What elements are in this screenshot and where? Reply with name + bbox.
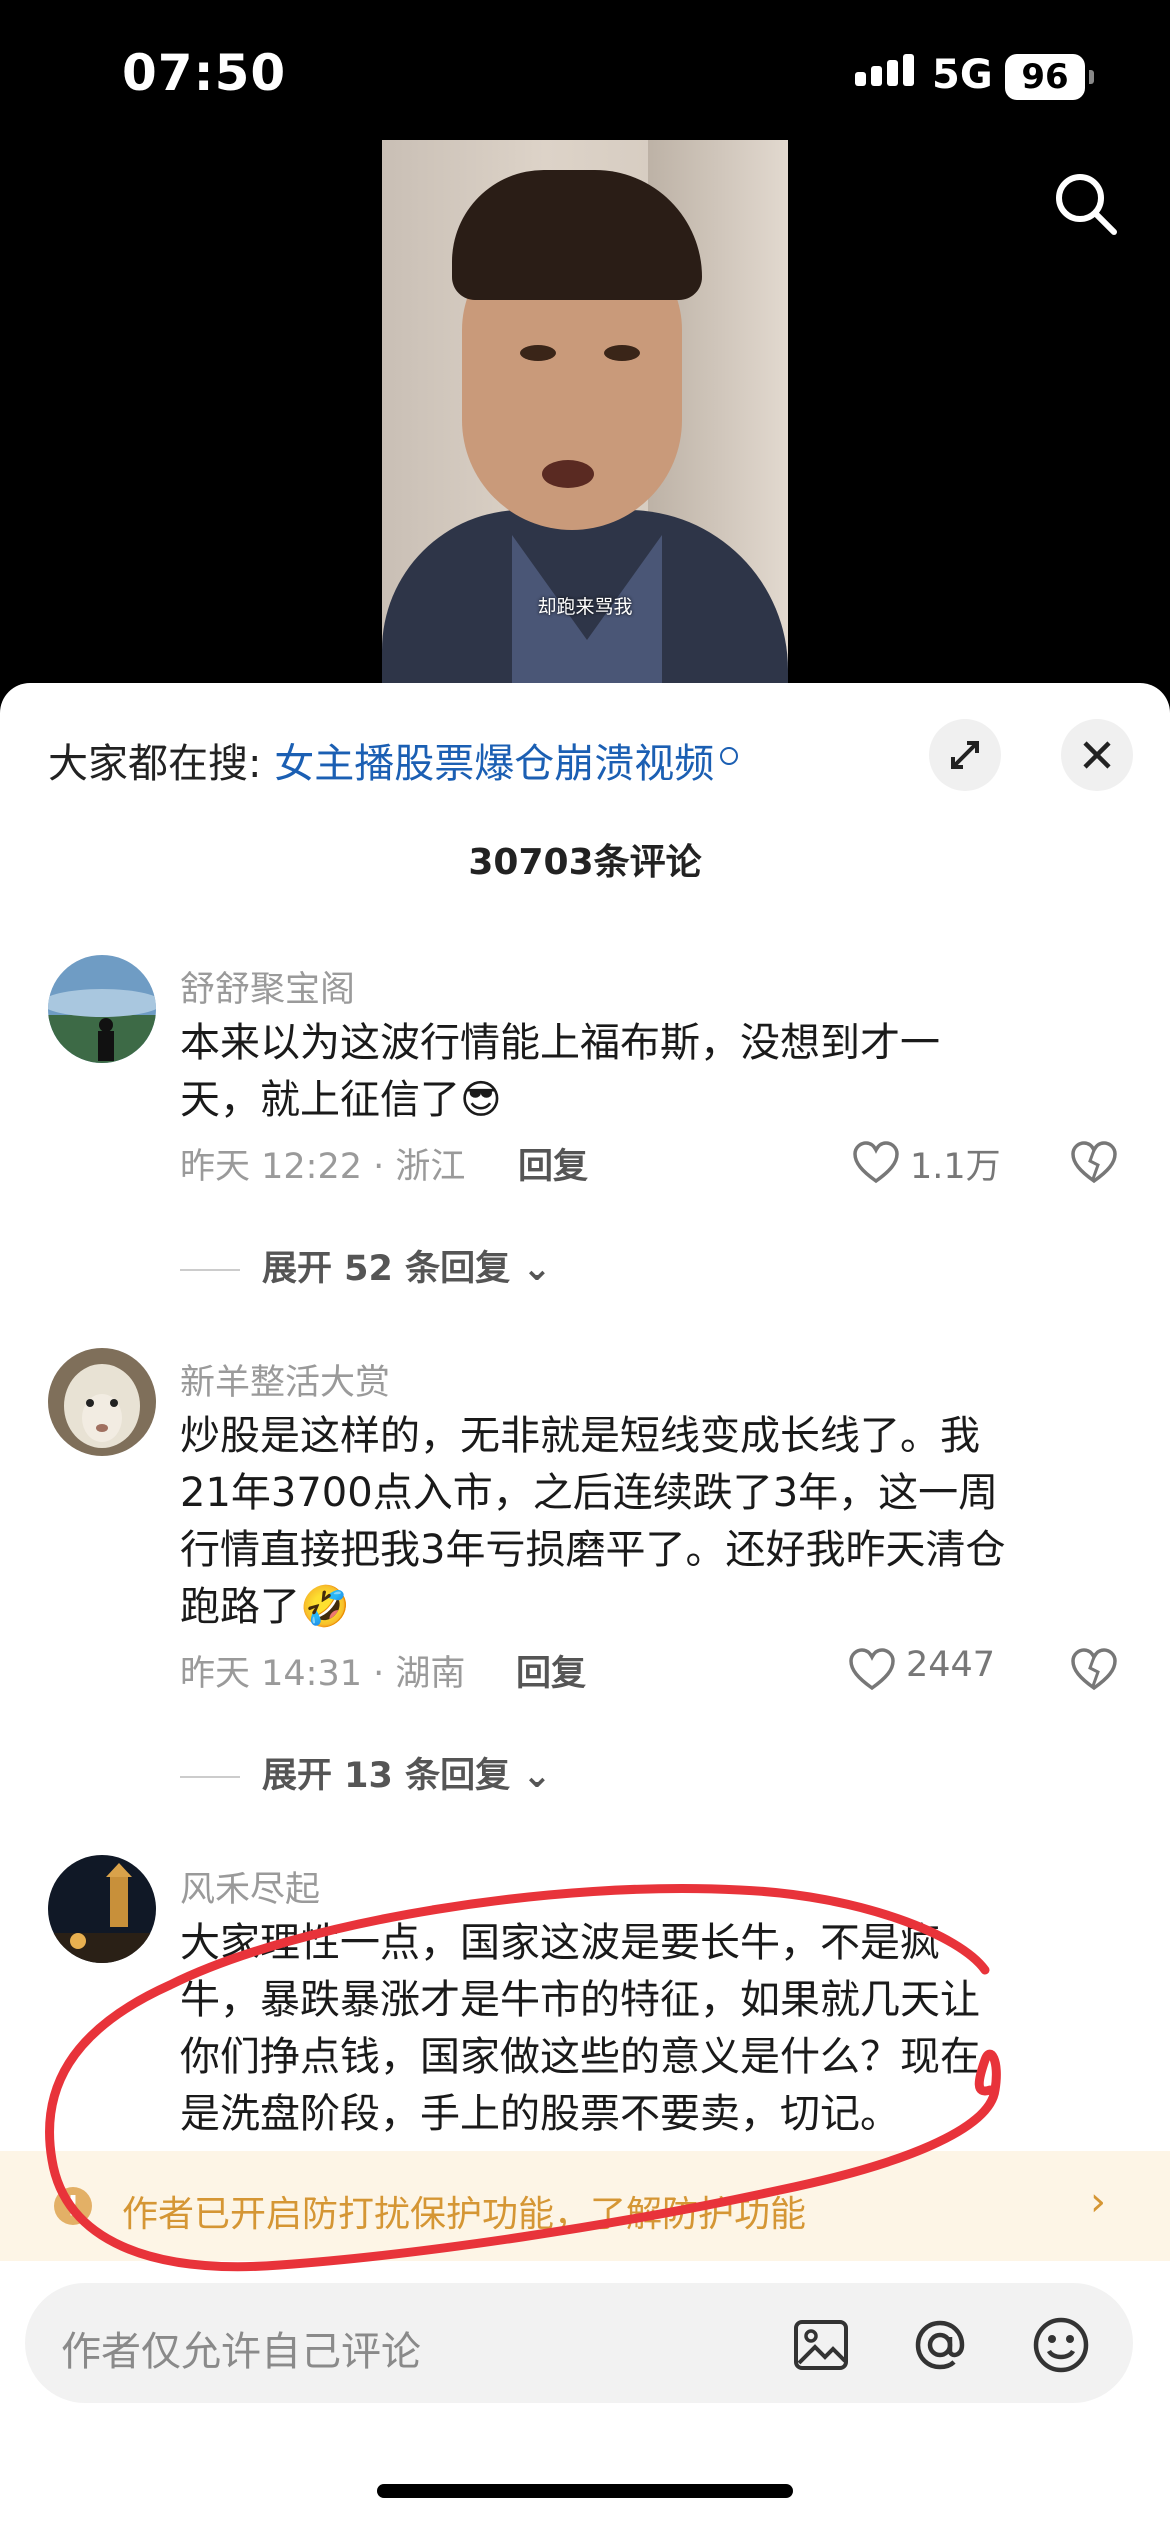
- expand-replies-button[interactable]: 展开 13 条回复 ⌄: [180, 1747, 552, 1798]
- comment-text: 炒股是这样的，无非就是短线变成长线了。我 21年3700点入市，之后连续跌了3年…: [180, 1408, 1100, 1636]
- like-icon[interactable]: [852, 1141, 900, 1189]
- divider: [180, 1776, 240, 1778]
- hot-search-link[interactable]: 女主播股票爆仓崩溃视频: [274, 741, 714, 787]
- like-icon[interactable]: [848, 1648, 896, 1696]
- chevron-down-icon: ⌄: [510, 1756, 552, 1796]
- comment-text-line: 跑路了: [180, 1584, 300, 1630]
- video-person-eye: [520, 345, 556, 361]
- comment-username[interactable]: 新羊整活大赏: [180, 1354, 390, 1405]
- avatar[interactable]: [48, 1855, 156, 1963]
- video-person-mouth: [542, 460, 594, 488]
- emoji-icon[interactable]: [1031, 2315, 1091, 2379]
- search-icon[interactable]: [1050, 168, 1120, 238]
- comment-meta: 昨天 12:22 · 浙江: [180, 1147, 466, 1187]
- notice-text: 作者已开启防打扰保护功能，了解防护功能: [122, 2194, 807, 2235]
- comment-sheet: 大家都在搜: 女主播股票爆仓崩溃视频 30703条评论 舒舒聚宝阁 本来以为这波…: [0, 683, 1170, 2532]
- avatar[interactable]: [48, 955, 156, 1063]
- emoji: 😎: [460, 1077, 502, 1123]
- reply-button[interactable]: 回复: [516, 1645, 586, 1696]
- expand-replies-label: 展开 52 条回复: [262, 1249, 511, 1289]
- battery-icon: 96: [1005, 54, 1085, 100]
- like-count: 2447: [906, 1645, 996, 1685]
- search-icon: [720, 747, 739, 765]
- comment-text-line: 天，就上征信了: [180, 1077, 460, 1123]
- expand-button[interactable]: [929, 719, 1001, 791]
- comment-text-line: 21年3700点入市，之后连续跌了3年，这一周: [180, 1470, 999, 1516]
- battery-tip: [1089, 70, 1094, 84]
- notice-bar[interactable]: ! 作者已开启防打扰保护功能，了解防护功能 ›: [0, 2151, 1170, 2261]
- expand-icon: [951, 741, 979, 769]
- mention-icon[interactable]: [910, 2315, 970, 2379]
- status-bar: 07:50 5G 96: [0, 0, 1170, 140]
- comment-text-line: 本来以为这波行情能上福布斯，没想到才一: [180, 1020, 940, 1066]
- comment-text-line: 你们挣点钱，国家做这些的意义是什么？现在: [180, 2034, 980, 2080]
- avatar[interactable]: [48, 1348, 156, 1456]
- home-indicator[interactable]: [377, 2484, 793, 2498]
- close-icon: [1083, 741, 1111, 769]
- expand-replies-button[interactable]: 展开 52 条回复 ⌄: [180, 1240, 552, 1291]
- hot-search-prefix: 大家都在搜:: [48, 741, 262, 787]
- comment-text-line: 大家理性一点，国家这波是要长牛，不是疯: [180, 1920, 940, 1966]
- comment-text-line: 炒股是这样的，无非就是短线变成长线了。我: [180, 1413, 980, 1459]
- like-count: 1.1万: [910, 1147, 1001, 1187]
- close-button[interactable]: [1061, 719, 1133, 791]
- divider: [180, 1269, 240, 1271]
- dislike-icon[interactable]: [1070, 1648, 1118, 1696]
- comment-text-line: 牛，暴跌暴涨才是牛市的特征，如果就几天让: [180, 1977, 980, 2023]
- comment-username[interactable]: 风禾尽起: [180, 1861, 320, 1912]
- video-person-eye: [604, 345, 640, 361]
- comment-text: 大家理性一点，国家这波是要长牛，不是疯 牛，暴跌暴涨才是牛市的特征，如果就几天让…: [180, 1915, 1100, 2143]
- comment-count: 30703条评论: [468, 842, 702, 883]
- emoji: 🤣: [300, 1584, 350, 1630]
- warning-icon: !: [54, 2187, 92, 2225]
- comment-text-line: 是洗盘阶段，手上的股票不要卖，切记。: [180, 2091, 900, 2137]
- comment-input-placeholder: 作者仅允许自己评论: [61, 2329, 421, 2375]
- video-subtitle: 却跑来骂我: [537, 596, 633, 618]
- comment-text-line: 行情直接把我3年亏损磨平了。还好我昨天清仓: [180, 1527, 1006, 1573]
- comment-input[interactable]: 作者仅允许自己评论: [25, 2283, 1133, 2403]
- comment-meta: 昨天 14:31 · 湖南: [180, 1654, 466, 1694]
- comment-username[interactable]: 舒舒聚宝阁: [180, 961, 355, 1012]
- video-player[interactable]: 却跑来骂我: [382, 140, 788, 685]
- chevron-right-icon: ›: [1090, 2179, 1106, 2225]
- network-type: 5G: [932, 52, 993, 98]
- chevron-down-icon: ⌄: [510, 1249, 552, 1289]
- comment-text-line: 天，就上征信了😎: [180, 1072, 1100, 1129]
- expand-replies-label: 展开 13 条回复: [262, 1756, 511, 1796]
- comment-text-line: 跑路了🤣: [180, 1579, 1100, 1636]
- comment-text: 本来以为这波行情能上福布斯，没想到才一 天，就上征信了😎: [180, 1015, 1100, 1129]
- image-icon[interactable]: [793, 2319, 849, 2375]
- hot-search[interactable]: 大家都在搜: 女主播股票爆仓崩溃视频: [48, 731, 739, 789]
- dislike-icon[interactable]: [1070, 1141, 1118, 1189]
- reply-button[interactable]: 回复: [518, 1138, 588, 1189]
- status-time: 07:50: [122, 44, 287, 102]
